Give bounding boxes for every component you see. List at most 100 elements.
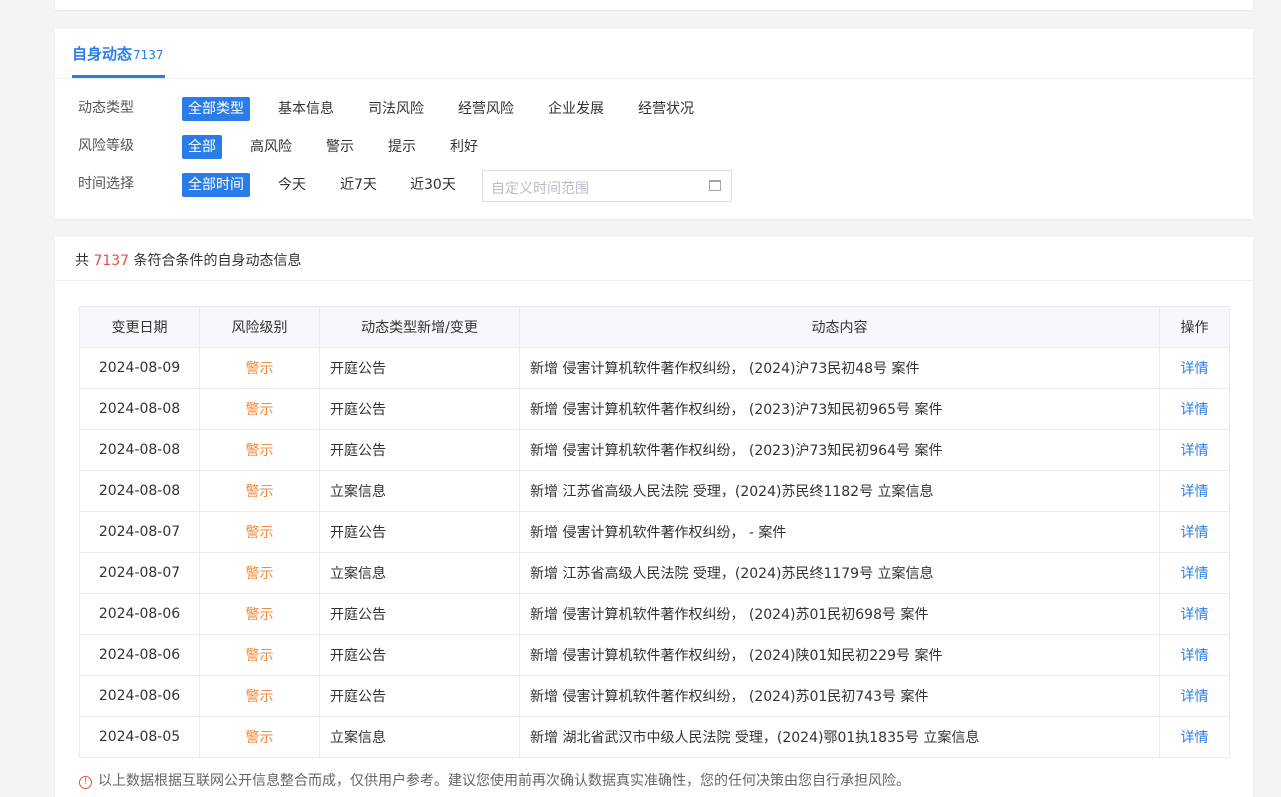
detail-link[interactable]: 详情 [1159,593,1230,635]
table-row: 2024-08-07 警示 开庭公告 新增 侵害计算机软件著作权纠纷， - 案件… [79,511,1230,553]
cell-type: 开庭公告 [319,511,520,553]
cell-risk: 警示 [199,593,320,635]
detail-link[interactable]: 详情 [1159,429,1230,471]
cell-type: 立案信息 [319,470,520,512]
header-type: 动态类型新增/变更 [319,306,520,348]
summary-count: 7137 [93,253,130,269]
table-row: 2024-08-05 警示 立案信息 新增 湖北省武汉市中级人民法院 受理，(2… [79,716,1230,758]
cell-content: 新增 江苏省高级人民法院 受理，(2024)苏民终1182号 立案信息 [519,470,1160,512]
cell-risk: 警示 [199,511,320,553]
table-row: 2024-08-06 警示 开庭公告 新增 侵害计算机软件著作权纠纷， (202… [79,675,1230,717]
cell-date: 2024-08-09 [79,347,200,389]
filter-type-basic[interactable]: 基本信息 [272,97,340,121]
filter-time-30days[interactable]: 近30天 [404,173,462,197]
table-row: 2024-08-07 警示 立案信息 新增 江苏省高级人民法院 受理，(2024… [79,552,1230,594]
table-header-row: 变更日期 风险级别 动态类型新增/变更 动态内容 操作 [79,306,1230,348]
cell-date: 2024-08-05 [79,716,200,758]
table-row: 2024-08-08 警示 立案信息 新增 江苏省高级人民法院 受理，(2024… [79,470,1230,512]
custom-date-range-input[interactable]: 自定义时间范围 [482,170,732,202]
table-row: 2024-08-08 警示 开庭公告 新增 侵害计算机软件著作权纠纷， (202… [79,388,1230,430]
cell-date: 2024-08-06 [79,593,200,635]
cell-date: 2024-08-08 [79,429,200,471]
tab-count: 7137 [133,48,164,62]
filter-type-judicial-risk[interactable]: 司法风险 [362,97,430,121]
results-header: 共 7137 条符合条件的自身动态信息 [55,237,1253,281]
filter-panel: 自身动态7137 动态类型 全部类型 基本信息 司法风险 经营风险 企业发展 经… [55,29,1253,219]
tab-self-dynamics[interactable]: 自身动态7137 [72,43,164,64]
detail-link[interactable]: 详情 [1159,675,1230,717]
summary-prefix: 共 [75,253,94,269]
filter-label-time: 时间选择 [78,176,134,192]
warning-icon: ! [79,776,92,789]
cell-risk: 警示 [199,552,320,594]
cell-content: 新增 湖北省武汉市中级人民法院 受理，(2024)鄂01执1835号 立案信息 [519,716,1160,758]
cell-risk: 警示 [199,347,320,389]
cell-risk: 警示 [199,634,320,676]
tab-bar: 自身动态7137 [55,29,1253,79]
filter-risk-positive[interactable]: 利好 [444,135,484,159]
summary-suffix: 条符合条件的自身动态信息 [129,253,302,269]
filter-label-type: 动态类型 [78,100,134,116]
cell-content: 新增 江苏省高级人民法院 受理，(2024)苏民终1179号 立案信息 [519,552,1160,594]
cell-content: 新增 侵害计算机软件著作权纠纷， (2024)沪73民初48号 案件 [519,347,1160,389]
filter-risk-high[interactable]: 高风险 [244,135,298,159]
header-date: 变更日期 [79,306,200,348]
header-action: 操作 [1159,306,1230,348]
cell-risk: 警示 [199,716,320,758]
cell-content: 新增 侵害计算机软件著作权纠纷， (2024)陕01知民初229号 案件 [519,634,1160,676]
filter-row-type: 动态类型 全部类型 基本信息 司法风险 经营风险 企业发展 经营状况 [55,95,1253,121]
cell-content: 新增 侵害计算机软件著作权纠纷， (2023)沪73知民初964号 案件 [519,429,1160,471]
dynamics-table: 变更日期 风险级别 动态类型新增/变更 动态内容 操作 2024-08-09 警… [79,306,1230,758]
cell-risk: 警示 [199,388,320,430]
detail-link[interactable]: 详情 [1159,470,1230,512]
detail-link[interactable]: 详情 [1159,347,1230,389]
cell-date: 2024-08-07 [79,511,200,553]
filter-risk-warning[interactable]: 警示 [320,135,360,159]
detail-link[interactable]: 详情 [1159,634,1230,676]
filter-row-time: 时间选择 全部时间 今天 近7天 近30天 自定义时间范围 [55,170,1253,202]
cell-type: 开庭公告 [319,634,520,676]
table-row: 2024-08-06 警示 开庭公告 新增 侵害计算机软件著作权纠纷， (202… [79,634,1230,676]
cell-content: 新增 侵害计算机软件著作权纠纷， - 案件 [519,511,1160,553]
filter-type-development[interactable]: 企业发展 [542,97,610,121]
filter-risk-all[interactable]: 全部 [182,135,222,159]
filter-risk-notice[interactable]: 提示 [382,135,422,159]
cell-type: 开庭公告 [319,675,520,717]
filter-type-all[interactable]: 全部类型 [182,97,250,121]
results-panel: 共 7137 条符合条件的自身动态信息 变更日期 风险级别 动态类型新增/变更 … [55,237,1253,797]
filter-time-today[interactable]: 今天 [272,173,312,197]
cell-date: 2024-08-08 [79,388,200,430]
cell-date: 2024-08-06 [79,675,200,717]
table-row: 2024-08-06 警示 开庭公告 新增 侵害计算机软件著作权纠纷， (202… [79,593,1230,635]
detail-link[interactable]: 详情 [1159,552,1230,594]
date-range-placeholder: 自定义时间范围 [491,181,589,197]
table-row: 2024-08-09 警示 开庭公告 新增 侵害计算机软件著作权纠纷， (202… [79,347,1230,389]
filter-time-all[interactable]: 全部时间 [182,173,250,197]
cell-risk: 警示 [199,675,320,717]
detail-link[interactable]: 详情 [1159,388,1230,430]
header-risk: 风险级别 [199,306,320,348]
filter-label-risk: 风险等级 [78,138,134,154]
filter-type-business-risk[interactable]: 经营风险 [452,97,520,121]
tab-title-label: 自身动态 [72,45,133,63]
cell-type: 开庭公告 [319,347,520,389]
filter-row-risk: 风险等级 全部 高风险 警示 提示 利好 [55,133,1253,159]
header-content: 动态内容 [519,306,1160,348]
cell-content: 新增 侵害计算机软件著作权纠纷， (2024)苏01民初698号 案件 [519,593,1160,635]
cell-date: 2024-08-06 [79,634,200,676]
filter-time-7days[interactable]: 近7天 [334,173,383,197]
calendar-icon[interactable] [709,180,721,191]
cell-date: 2024-08-08 [79,470,200,512]
table-row: 2024-08-08 警示 开庭公告 新增 侵害计算机软件著作权纠纷， (202… [79,429,1230,471]
cell-risk: 警示 [199,470,320,512]
cell-date: 2024-08-07 [79,552,200,594]
disclaimer: ! 以上数据根据互联网公开信息整合而成，仅供用户参考。建议您使用前再次确认数据真实… [79,770,910,790]
disclaimer-text: 以上数据根据互联网公开信息整合而成，仅供用户参考。建议您使用前再次确认数据真实准… [98,773,910,789]
detail-link[interactable]: 详情 [1159,511,1230,553]
tab-active-indicator [72,75,165,78]
cell-type: 开庭公告 [319,593,520,635]
results-summary: 共 7137 条符合条件的自身动态信息 [75,250,302,270]
detail-link[interactable]: 详情 [1159,716,1230,758]
cell-type: 立案信息 [319,552,520,594]
filter-type-operation[interactable]: 经营状况 [632,97,700,121]
